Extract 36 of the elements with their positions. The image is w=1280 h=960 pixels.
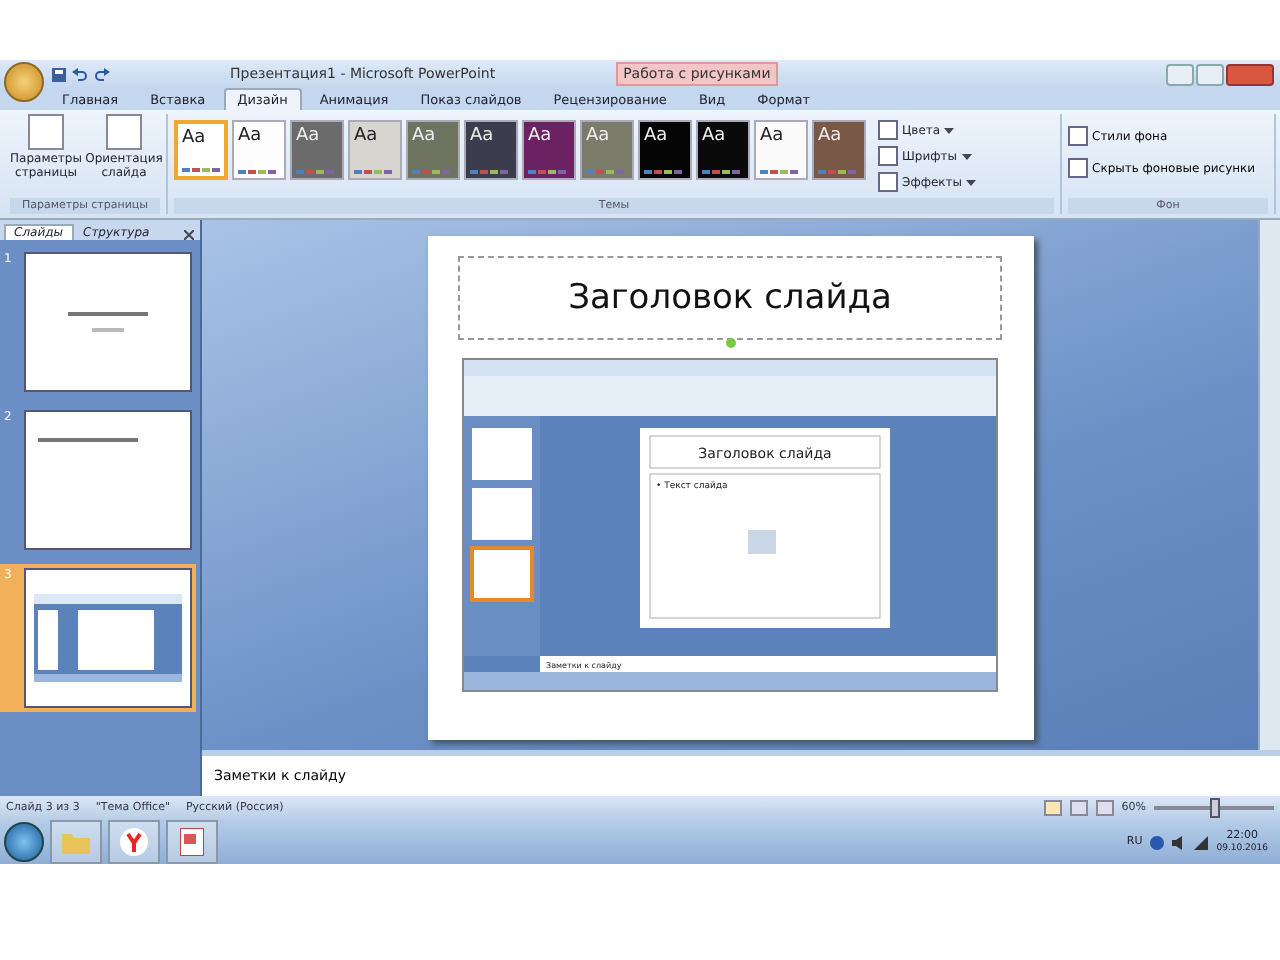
- close-icon[interactable]: [184, 230, 194, 240]
- office-button[interactable]: [4, 62, 44, 102]
- slide-title[interactable]: Заголовок слайда: [458, 256, 1002, 340]
- taskbar-button[interactable]: [108, 820, 160, 864]
- signal-icon[interactable]: [1194, 835, 1209, 849]
- theme-thumbnail[interactable]: Aa: [580, 120, 634, 180]
- rotate-handle[interactable]: [725, 338, 735, 348]
- theme-thumbnail[interactable]: Aa: [406, 120, 460, 180]
- save-icon[interactable]: [52, 67, 66, 81]
- close-button[interactable]: [1226, 63, 1274, 85]
- folder-icon: [62, 831, 90, 853]
- slideshow-icon[interactable]: [1095, 800, 1114, 816]
- theme-thumbnail[interactable]: Aa: [464, 120, 518, 180]
- caret-icon: [966, 179, 976, 185]
- speaker-icon[interactable]: [1172, 835, 1187, 849]
- caret-icon: [961, 153, 971, 159]
- zoom-thumb[interactable]: [1210, 798, 1220, 818]
- undo-icon[interactable]: [72, 67, 88, 81]
- theme-thumbnail[interactable]: Aa: [812, 120, 866, 180]
- theme-thumbnail[interactable]: Aa: [232, 120, 286, 180]
- redo-icon[interactable]: [94, 67, 110, 81]
- theme-thumbnail[interactable]: Aa: [174, 120, 228, 180]
- theme-thumbnail[interactable]: Aa: [696, 120, 750, 180]
- normal-view-icon[interactable]: [1043, 800, 1062, 816]
- start-button[interactable]: [4, 822, 44, 862]
- taskbar-button[interactable]: [166, 820, 218, 864]
- scrollbar[interactable]: [1258, 220, 1280, 750]
- browser-icon: [120, 828, 148, 856]
- caret-icon: [944, 127, 955, 133]
- theme-thumbnail[interactable]: Aa: [638, 120, 692, 180]
- theme-thumbnail[interactable]: Aa: [754, 120, 808, 180]
- presentation-icon: [180, 828, 204, 856]
- sorter-view-icon[interactable]: [1069, 800, 1088, 816]
- theme-thumbnail[interactable]: Aa: [290, 120, 344, 180]
- theme-thumbnail[interactable]: Aa: [348, 120, 402, 180]
- theme-thumbnail[interactable]: Aa: [522, 120, 576, 180]
